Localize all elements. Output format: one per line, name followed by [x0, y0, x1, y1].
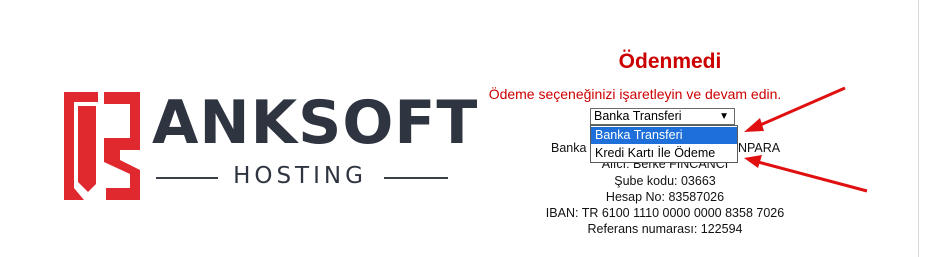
logo-wordmark: ANKSOFT: [152, 88, 479, 158]
iban-line: IBAN: TR 6100 1110 0000 0000 8358 7026: [545, 206, 785, 220]
payment-status-title: Ödenmedi: [618, 50, 722, 73]
dropdown-arrow-icon[interactable]: ▼: [719, 109, 729, 124]
bank-name-tail: NPARA: [738, 141, 781, 155]
bank-label: Banka: [551, 141, 587, 155]
payment-method-selected-value: Banka Transferi: [594, 109, 682, 123]
payment-method-select[interactable]: Banka Transferi ▼: [590, 108, 735, 125]
branch-code-line: Şube kodu: 03663: [614, 174, 716, 188]
logo-tagline: HOSTING: [233, 163, 367, 189]
anksoft-logo: ANKSOFT HOSTING: [64, 88, 477, 204]
payment-method-dropdown-list[interactable]: Banka Transferi Kredi Kartı İle Ödeme: [590, 125, 738, 163]
option-bank-transfer[interactable]: Banka Transferi: [591, 127, 737, 144]
tagline-rule-left: [156, 177, 218, 179]
payment-instruction: Ödeme seçeneğinizi işaretleyin ve devam …: [488, 86, 782, 102]
option-credit-card[interactable]: Kredi Kartı İle Ödeme: [591, 145, 737, 162]
reference-line: Referans numarası: 122594: [587, 222, 743, 236]
tagline-rule-right: [384, 177, 448, 179]
page-right-border: [918, 0, 919, 257]
logo-tagline-group: HOSTING: [156, 162, 448, 192]
account-number-line: Hesap No: 83587026: [605, 190, 725, 204]
logo-mark-icon: [64, 92, 140, 200]
